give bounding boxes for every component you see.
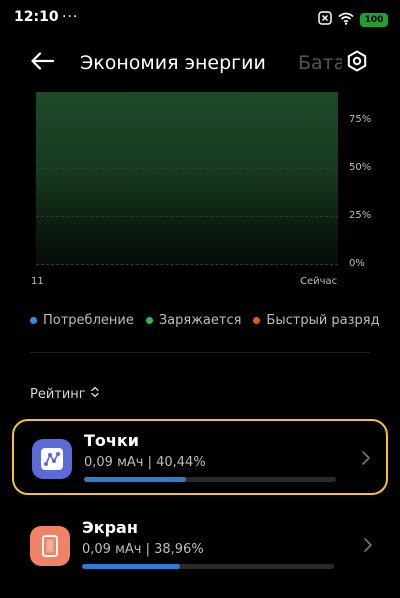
status-icons: 100 bbox=[318, 10, 388, 29]
x-tick-start: 11 bbox=[31, 276, 44, 287]
battery-usage-chart bbox=[36, 92, 338, 266]
sort-dropdown[interactable]: Рейтинг bbox=[30, 386, 100, 402]
app-usage-bar-fill bbox=[84, 477, 186, 482]
app-usage-bar-fill bbox=[82, 564, 181, 569]
back-arrow-icon bbox=[30, 52, 55, 74]
screen-icon bbox=[30, 526, 70, 566]
legend-label-charging: Заряжается bbox=[158, 313, 242, 328]
app-name: Экран bbox=[82, 518, 138, 537]
battery-icon: 100 bbox=[360, 12, 388, 27]
settings-button[interactable] bbox=[344, 50, 370, 76]
status-time: 12:10 bbox=[14, 9, 59, 25]
battery-level: 100 bbox=[364, 14, 384, 25]
chevron-right-icon bbox=[362, 535, 374, 555]
tab-battery[interactable]: Бата bbox=[298, 52, 342, 74]
app-row-tochki[interactable]: Точки 0,09 мАч | 40,44% bbox=[12, 419, 388, 495]
sim-off-icon bbox=[318, 10, 332, 29]
status-more-icon: ··· bbox=[62, 9, 79, 25]
dots-graph-icon bbox=[32, 439, 72, 479]
legend-item-charging: Заряжается bbox=[145, 313, 242, 328]
legend-label-consumption: Потребление bbox=[43, 313, 134, 328]
y-tick-0: 0% bbox=[349, 258, 365, 269]
app-usage-bar bbox=[84, 477, 336, 482]
wifi-icon bbox=[338, 10, 354, 29]
legend-item-fast-drain: Быстрый разряд bbox=[253, 313, 380, 328]
grid-line-25 bbox=[36, 216, 338, 217]
grid-line-75 bbox=[36, 120, 338, 121]
chevron-right-icon bbox=[360, 448, 372, 468]
legend-dot-consumption bbox=[30, 317, 37, 324]
grid-line-50 bbox=[36, 168, 338, 169]
app-usage-bar bbox=[82, 564, 334, 569]
app-stats: 0,09 мАч | 38,96% bbox=[82, 542, 204, 557]
tab-power-saving[interactable]: Экономия энергии bbox=[80, 52, 266, 74]
app-row-ekran[interactable]: Экран 0,09 мАч | 38,96% bbox=[12, 508, 388, 584]
x-tick-now: Сейчас bbox=[300, 276, 338, 287]
sort-updown-icon bbox=[90, 386, 100, 402]
chart-legend: Потребление Заряжается Быстрый разряд bbox=[30, 313, 380, 328]
y-tick-25: 25% bbox=[349, 210, 372, 221]
grid-line-0 bbox=[36, 264, 338, 265]
app-name: Точки bbox=[84, 431, 139, 450]
legend-item-consumption: Потребление bbox=[30, 313, 134, 328]
y-tick-75: 75% bbox=[349, 114, 372, 125]
legend-dot-charging bbox=[145, 317, 153, 324]
sort-label: Рейтинг bbox=[30, 386, 86, 402]
header: Экономия энергии Бата bbox=[0, 40, 400, 86]
status-bar: 12:10 ··· 100 bbox=[0, 0, 400, 36]
legend-label-fast-drain: Быстрый разряд bbox=[266, 313, 380, 328]
divider bbox=[30, 352, 370, 353]
app-stats: 0,09 мАч | 40,44% bbox=[84, 455, 206, 470]
legend-dot-fast-drain bbox=[253, 317, 261, 324]
y-tick-50: 50% bbox=[349, 162, 372, 173]
settings-icon bbox=[346, 50, 368, 76]
back-button[interactable] bbox=[28, 50, 56, 76]
